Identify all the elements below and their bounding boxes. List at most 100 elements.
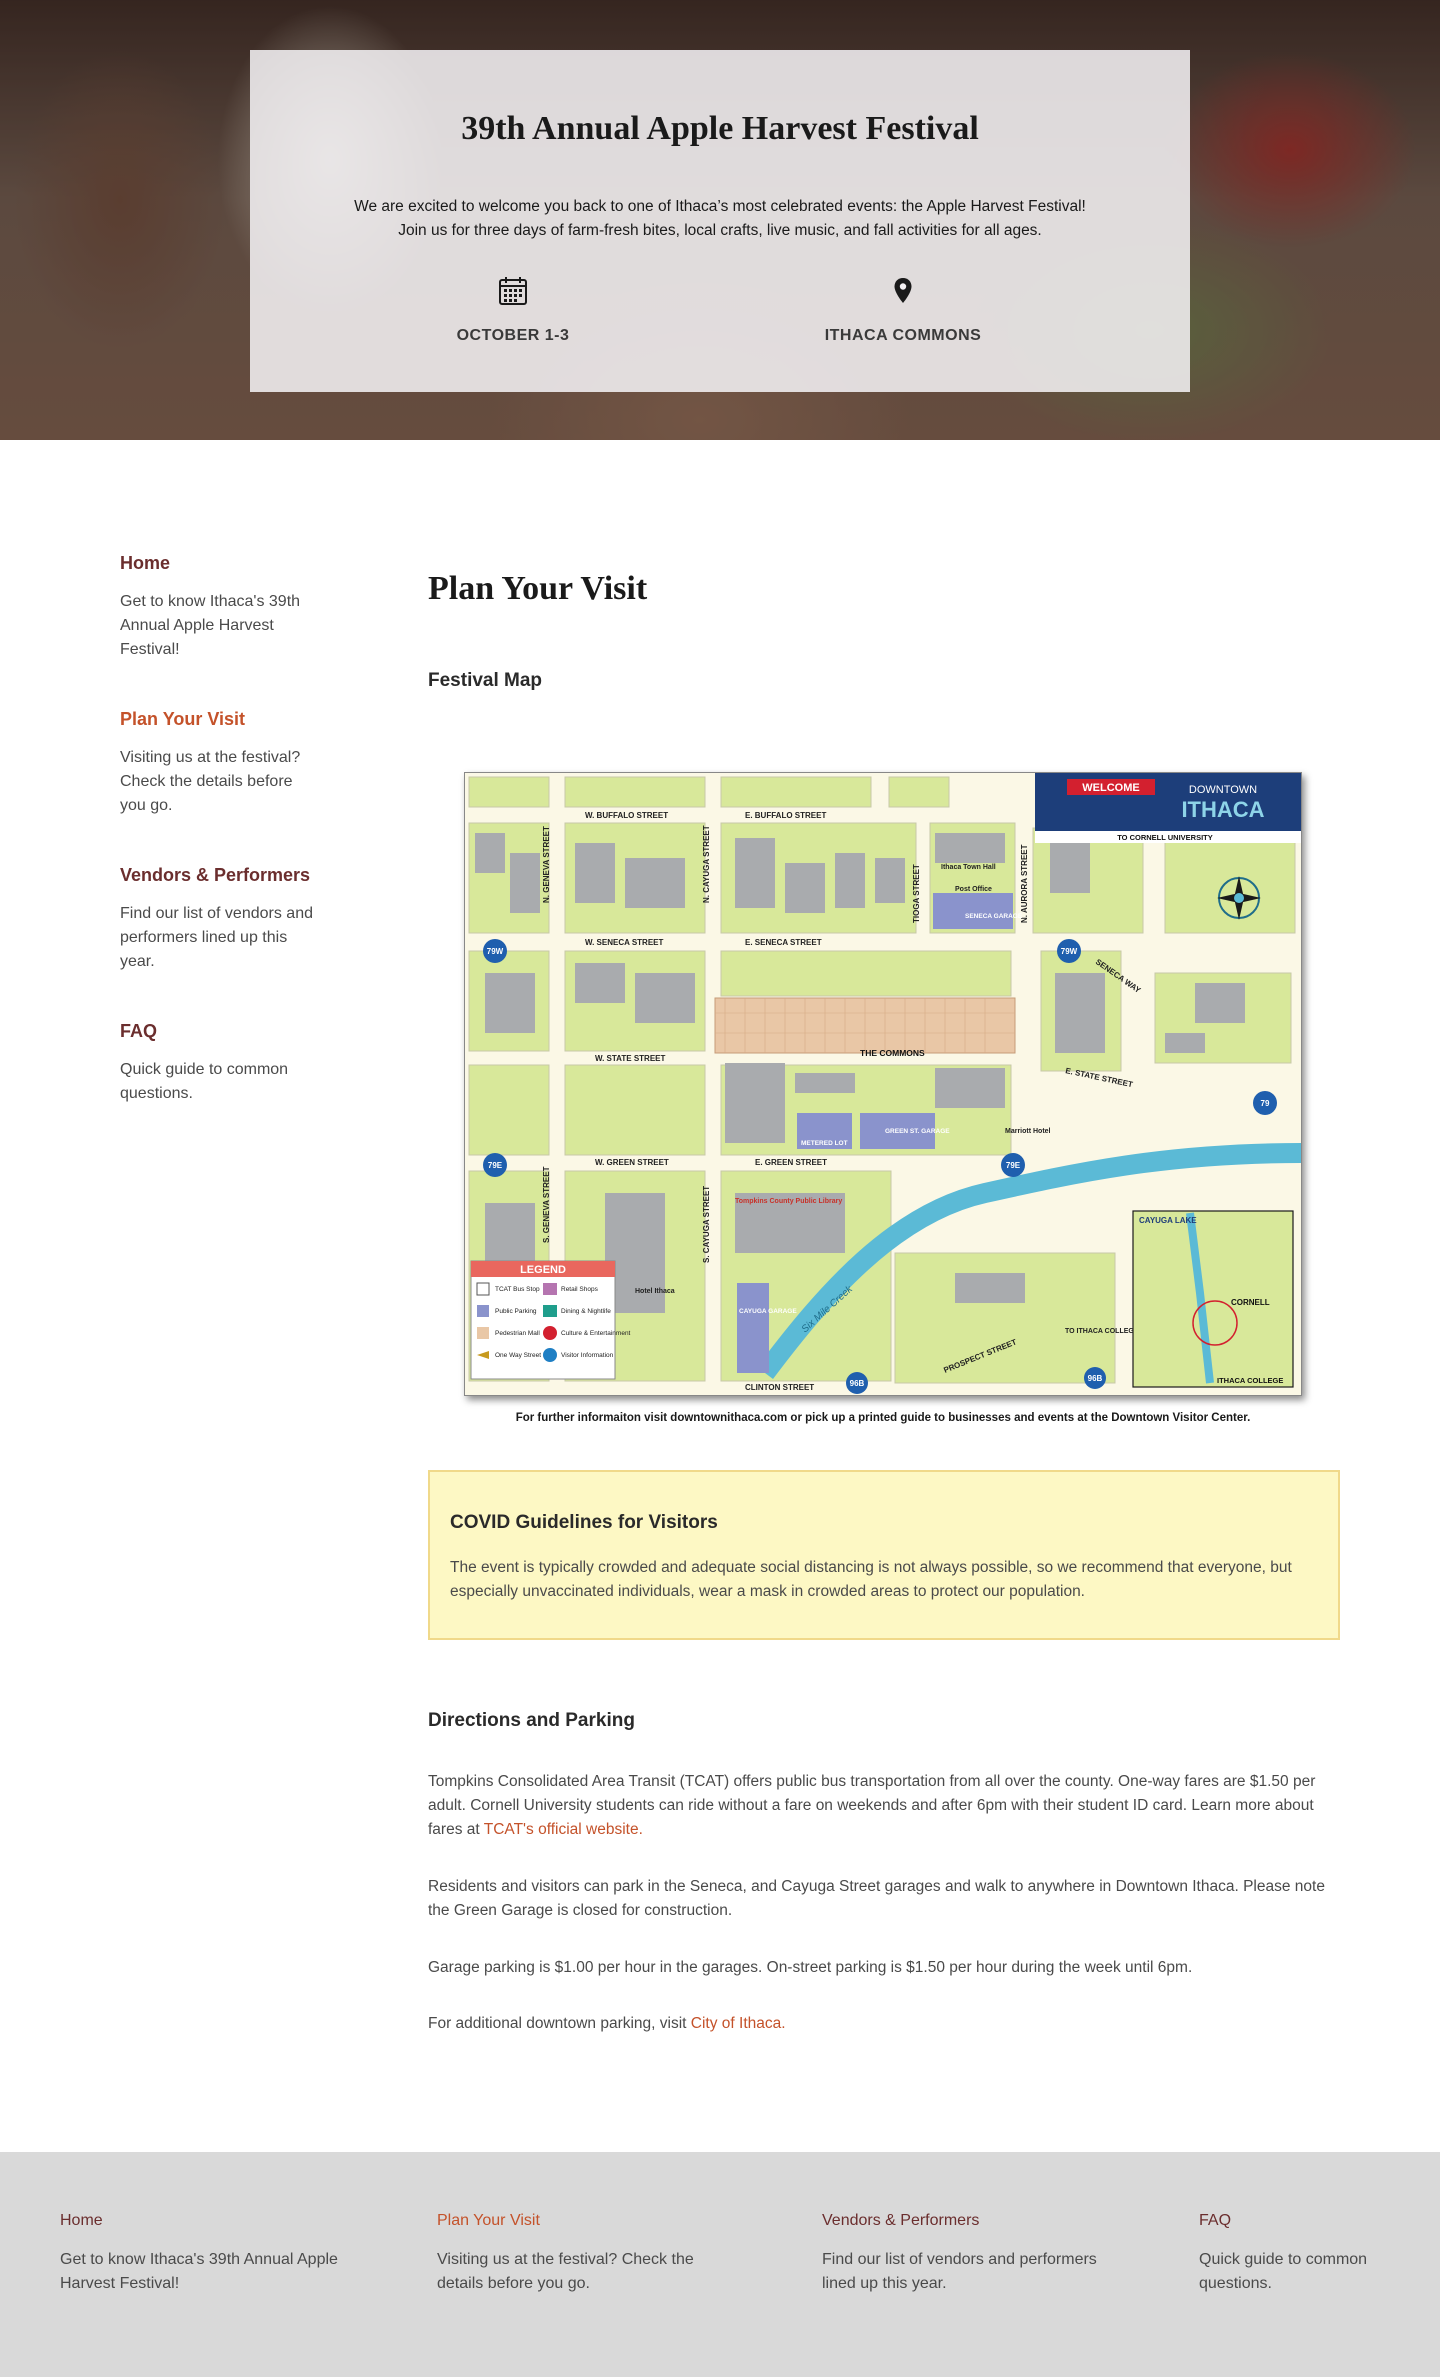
location-label: ITHACA COMMONS	[824, 327, 982, 344]
directions-paragraph-garages: Residents and visitors can park in the S…	[428, 1878, 1325, 1919]
calendar-icon	[499, 277, 527, 305]
map-label-s-geneva: S. GENEVA STREET	[542, 1166, 551, 1243]
footer-desc-vendors: Find our list of vendors and performers …	[822, 2251, 1097, 2292]
map-label-post-office: Post Office	[955, 886, 992, 893]
legend-item: Visitor Information	[561, 1352, 614, 1359]
festival-date: OCTOBER 1-3	[363, 275, 663, 345]
route-badge: 79W	[487, 947, 504, 956]
map-to-cornell: TO CORNELL UNIVERSITY	[1117, 833, 1213, 842]
sidebar-item-faq: FAQ Quick guide to common questions.	[120, 1018, 320, 1106]
date-label: OCTOBER 1-3	[456, 327, 570, 344]
map-label-seneca-garage: SENECA GARAGE	[965, 913, 1023, 920]
map-banner-downtown: DOWNTOWN	[1189, 784, 1257, 796]
sidebar-link-vendors[interactable]: Vendors & Performers	[120, 862, 320, 888]
sidebar-desc-home: Get to know Ithaca's 39th Annual Apple H…	[120, 593, 301, 658]
map-inset-lake: CAYUGA LAKE	[1139, 1216, 1197, 1225]
footer-item-faq: FAQ Quick guide to common questions.	[1199, 2210, 1399, 2296]
sidebar-link-faq[interactable]: FAQ	[120, 1018, 320, 1044]
legend-item: TCAT Bus Stop	[495, 1286, 540, 1293]
tcat-link[interactable]: TCAT's official website.	[484, 1821, 643, 1838]
sidebar-nav: Home Get to know Ithaca's 39th Annual Ap…	[120, 550, 320, 1150]
directions-paragraph-rates: Garage parking is $1.00 per hour in the …	[428, 1959, 1193, 1976]
footer-desc-home: Get to know Ithaca's 39th Annual Apple H…	[60, 2251, 338, 2292]
footer-link-plan-your-visit[interactable]: Plan Your Visit	[437, 2210, 727, 2232]
covid-notice: COVID Guidelines for Visitors The event …	[428, 1470, 1340, 1640]
map-label-hotel-ithaca: Hotel Ithaca	[635, 1288, 675, 1295]
directions-heading: Directions and Parking	[428, 1710, 635, 1731]
map-label-clinton: CLINTON STREET	[745, 1383, 814, 1392]
map-label-e-green: E. GREEN STREET	[755, 1158, 827, 1167]
site-footer: Home Get to know Ithaca's 39th Annual Ap…	[0, 2152, 1440, 2377]
festival-map: W. BUFFALO STREET E. BUFFALO STREET W. S…	[464, 772, 1302, 1424]
map-label-w-state: W. STATE STREET	[595, 1054, 665, 1063]
legend-item: Retail Shops	[561, 1286, 599, 1293]
map-label-library: Tompkins County Public Library	[735, 1198, 842, 1205]
map-label-w-buffalo: W. BUFFALO STREET	[585, 811, 668, 820]
sidebar-item-vendors: Vendors & Performers Find our list of ve…	[120, 862, 320, 974]
additional-parking-text: For additional downtown parking, visit	[428, 2015, 687, 2032]
map-label-w-seneca: W. SENECA STREET	[585, 938, 663, 947]
route-badge: 79E	[488, 1161, 503, 1170]
directions-paragraph-additional: For additional downtown parking, visit C…	[428, 2012, 1328, 2036]
route-badge: 96B	[1088, 1374, 1103, 1383]
map-label-e-seneca: E. SENECA STREET	[745, 938, 822, 947]
map-label-town-hall: Ithaca Town Hall	[941, 864, 996, 871]
map-label-green-garage: GREEN ST. GARAGE	[885, 1128, 950, 1135]
footer-link-vendors[interactable]: Vendors & Performers	[822, 2210, 1122, 2232]
map-label-s-cayuga: S. CAYUGA STREET	[702, 1186, 711, 1263]
hero-card: 39th Annual Apple Harvest Festival We ar…	[250, 50, 1190, 392]
sidebar-link-home[interactable]: Home	[120, 550, 320, 576]
footer-item-plan-your-visit: Plan Your Visit Visiting us at the festi…	[437, 2210, 727, 2296]
route-badge: 79W	[1061, 947, 1078, 956]
legend-item: Culture & Entertainment	[561, 1330, 631, 1337]
map-caption: For further informaiton visit downtownit…	[515, 1412, 1251, 1424]
sidebar-desc-faq: Quick guide to common questions.	[120, 1061, 289, 1102]
map-pin-icon	[894, 278, 912, 303]
map-label-n-geneva: N. GENEVA STREET	[542, 826, 551, 903]
map-label-cayuga-garage: CAYUGA GARAGE	[739, 1308, 797, 1315]
route-badge: 79	[1261, 1099, 1270, 1108]
legend-title: LEGEND	[520, 1264, 566, 1276]
map-inset-cornell: CORNELL	[1231, 1298, 1270, 1307]
sidebar-link-plan-your-visit[interactable]: Plan Your Visit	[120, 706, 320, 732]
footer-link-faq[interactable]: FAQ	[1199, 2210, 1399, 2232]
festival-location: ITHACA COMMONS	[753, 275, 1053, 345]
sidebar-item-plan-your-visit: Plan Your Visit Visiting us at the festi…	[120, 706, 320, 818]
map-label-metered-lot: METERED LOT	[801, 1140, 848, 1147]
map-inset-ithaca-college: ITHACA COLLEGE	[1217, 1376, 1283, 1385]
legend-item: One Way Street	[495, 1352, 541, 1359]
map-label-tioga: TIOGA STREET	[912, 864, 921, 923]
map-inset: CAYUGA LAKE CORNELL ITHACA COLLEGE	[1132, 1210, 1294, 1388]
map-label-n-aurora: N. AURORA STREET	[1020, 844, 1029, 923]
footer-desc-plan-your-visit: Visiting us at the festival? Check the d…	[437, 2251, 694, 2292]
map-label-w-green: W. GREEN STREET	[595, 1158, 669, 1167]
sidebar-item-home: Home Get to know Ithaca's 39th Annual Ap…	[120, 550, 320, 662]
legend-item: Pedestrian Mall	[495, 1330, 540, 1337]
page-title: Plan Your Visit	[428, 570, 648, 607]
map-label-e-buffalo: E. BUFFALO STREET	[745, 811, 826, 820]
footer-link-home[interactable]: Home	[60, 2210, 360, 2232]
route-badge: 96B	[850, 1379, 865, 1388]
festival-map-heading: Festival Map	[428, 670, 543, 691]
directions-paragraph-tcat: Tompkins Consolidated Area Transit (TCAT…	[428, 1770, 1328, 1842]
map-label-to-ithaca-college: TO ITHACA COLLEGE	[1065, 1328, 1139, 1335]
route-badge: 79E	[1006, 1161, 1021, 1170]
legend-item: Dining & Nightlife	[561, 1308, 611, 1315]
map-label-n-cayuga: N. CAYUGA STREET	[702, 825, 711, 903]
legend-item: Public Parking	[495, 1308, 537, 1315]
covid-title: COVID Guidelines for Visitors	[450, 1512, 718, 1533]
hero-banner: 39th Annual Apple Harvest Festival We ar…	[0, 0, 1440, 440]
map-label-commons: THE COMMONS	[860, 1048, 925, 1058]
footer-item-home: Home Get to know Ithaca's 39th Annual Ap…	[60, 2210, 360, 2296]
footer-desc-faq: Quick guide to common questions.	[1199, 2251, 1368, 2292]
downtown-map: W. BUFFALO STREET E. BUFFALO STREET W. S…	[465, 773, 1301, 1395]
sidebar-desc-vendors: Find our list of vendors and performers …	[120, 905, 313, 970]
map-frame: W. BUFFALO STREET E. BUFFALO STREET W. S…	[464, 772, 1302, 1396]
sidebar-desc-plan-your-visit: Visiting us at the festival? Check the d…	[120, 749, 301, 814]
map-banner-ithaca: ITHACA	[1181, 797, 1264, 822]
map-banner-welcome: WELCOME	[1082, 782, 1139, 794]
city-of-ithaca-link[interactable]: City of Ithaca.	[691, 2015, 786, 2032]
festival-title: 39th Annual Apple Harvest Festival	[461, 110, 979, 147]
covid-body: The event is typically crowded and adequ…	[450, 1559, 1292, 1600]
map-legend: LEGEND TCAT Bus Stop Retail Shops Public…	[470, 1260, 631, 1380]
